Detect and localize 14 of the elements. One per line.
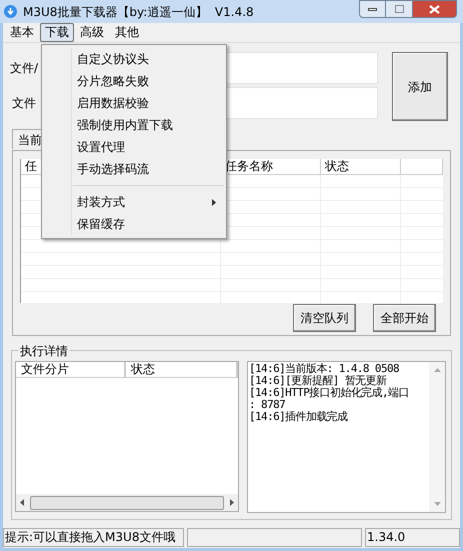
field-label: 文件/: [10, 60, 40, 77]
status-panel: 1.34.0: [365, 528, 460, 547]
log-line: : 8787: [249, 399, 286, 411]
field-label: 文件: [11, 95, 37, 112]
window-title: M3U8批量下载器【by:逍遥一仙】 V1.4.8: [23, 4, 254, 20]
log-line: [14:6]当前版本: 1.4.8 0508: [249, 363, 400, 375]
log-line: [14:6][更新提醒] 暂无更新: [249, 375, 388, 387]
column-header: 文件分片: [16, 362, 126, 377]
status-panel: 提示:可以直接拖入M3U8文件哦: [3, 528, 184, 547]
column-header: 状态: [126, 362, 238, 377]
log-line: [14:6]插件加载完成: [249, 411, 349, 423]
column-header: 状态: [321, 159, 401, 174]
log-line: [14:6]HTTP接口初始化完成,端口: [249, 387, 410, 399]
group-title: 执行详情: [18, 342, 70, 360]
